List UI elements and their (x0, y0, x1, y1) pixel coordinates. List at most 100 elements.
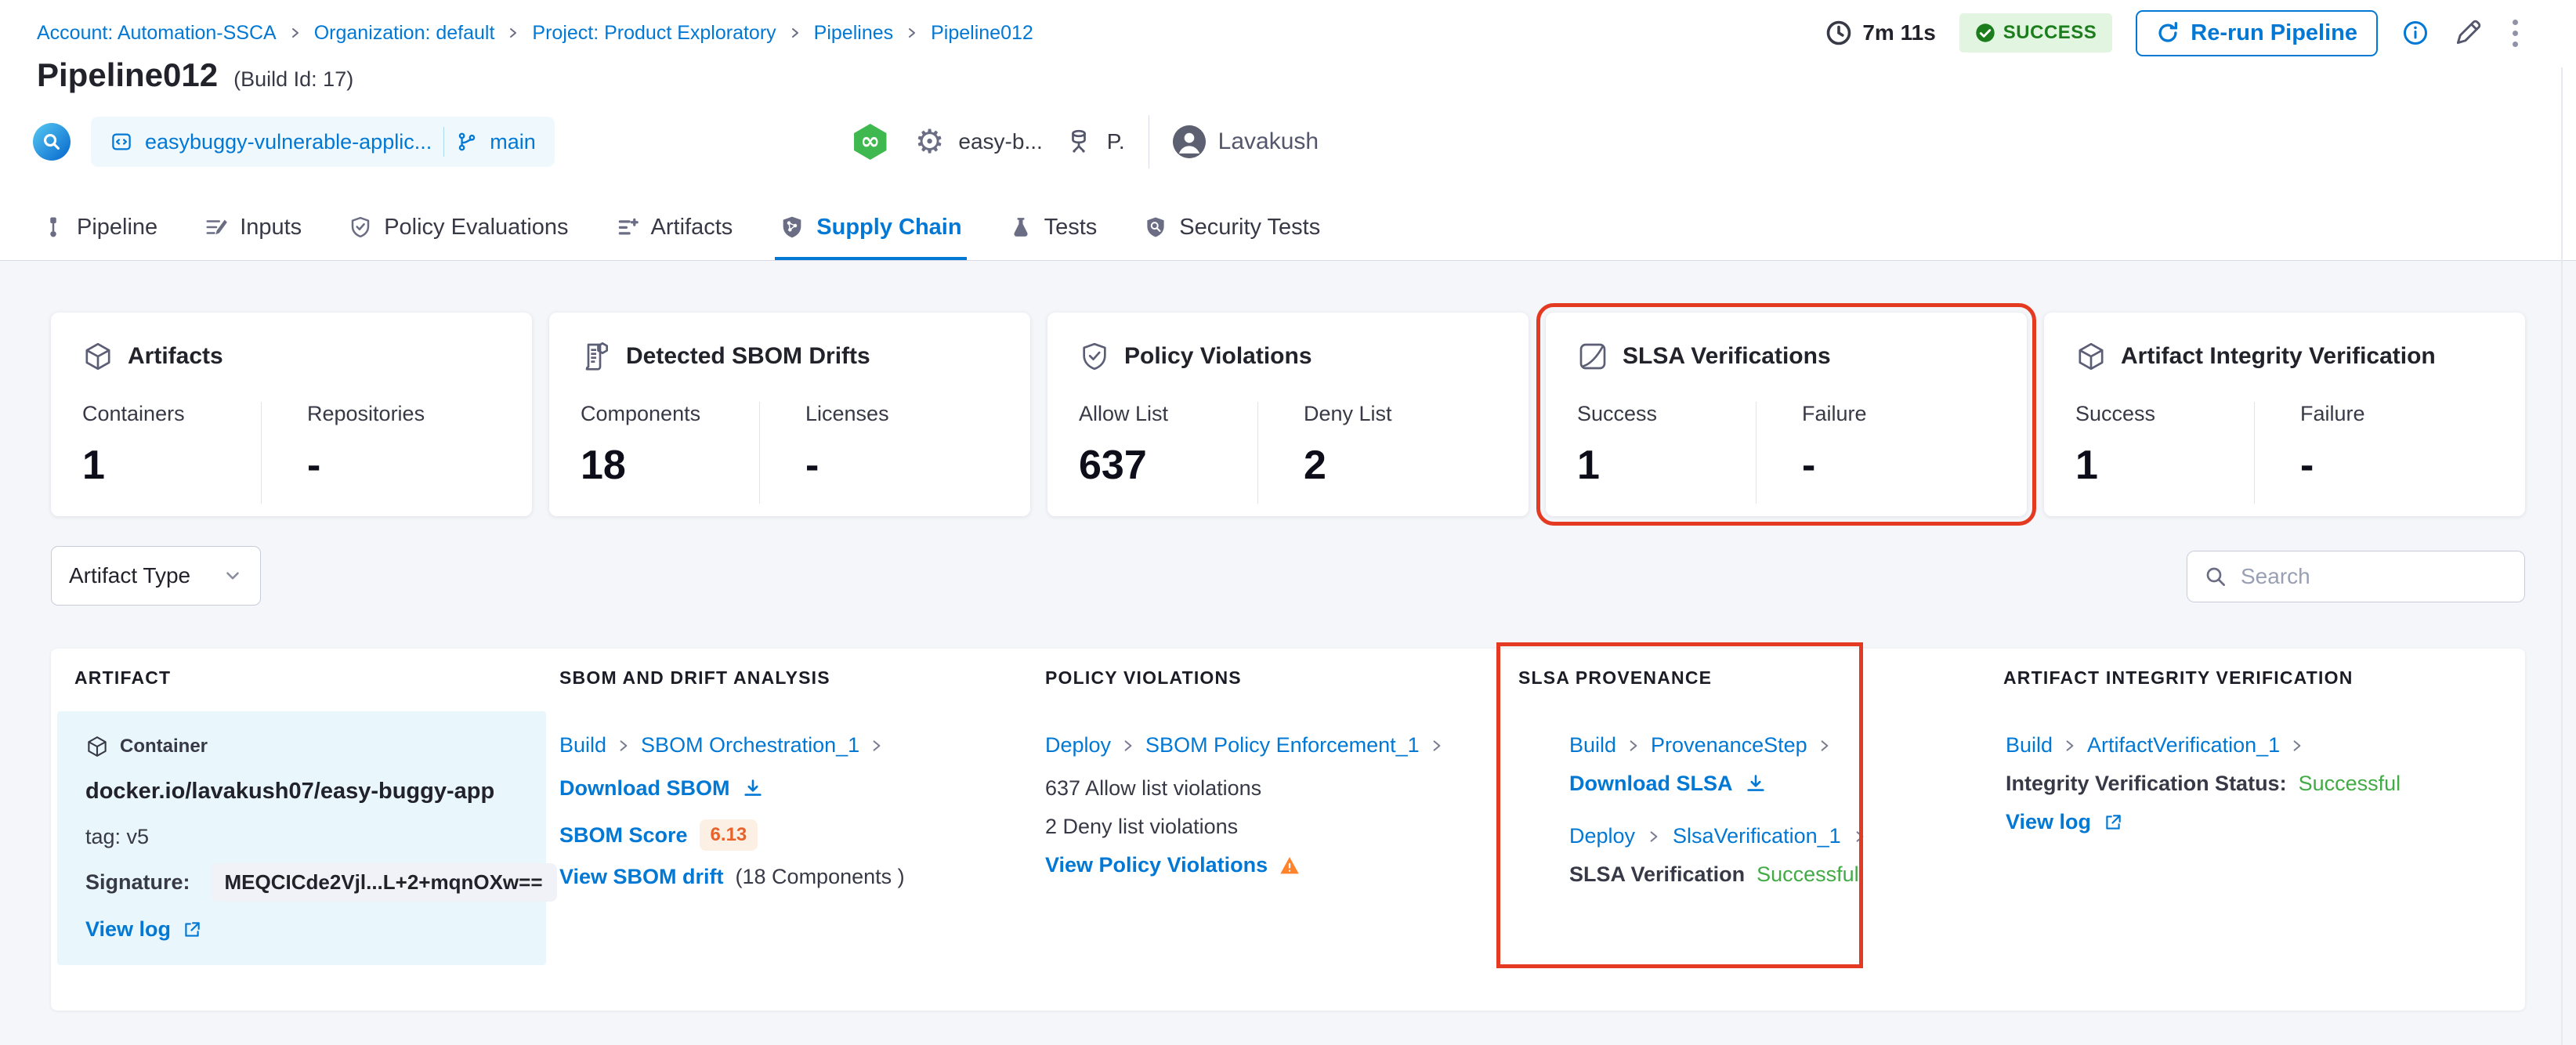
tab-inputs[interactable]: Inputs (200, 197, 306, 260)
avatar (1172, 125, 1206, 158)
stat-label: Failure (1802, 402, 1867, 425)
stat-label: Success (1577, 402, 1658, 425)
artifacts-table: ARTIFACT SBOM AND DRIFT ANALYSIS POLICY … (51, 642, 2525, 1011)
step-link[interactable]: SBOM Policy Enforcement_1 (1145, 733, 1420, 758)
chevron-right-icon (1630, 739, 1637, 751)
magnifier-glyph (43, 133, 60, 150)
stage-link[interactable]: Deploy (1569, 824, 1635, 848)
breadcrumb: Account: Automation-SSCA Organization: d… (37, 16, 1033, 50)
view-sbom-drift-link[interactable]: View SBOM drift (559, 865, 724, 889)
cube-icon (85, 342, 110, 371)
stage-link[interactable]: Build (559, 733, 606, 758)
inputs-icon (206, 219, 228, 235)
card-title: SLSA Verifications (1623, 343, 1831, 369)
step-link[interactable]: SBOM Orchestration_1 (641, 733, 859, 758)
breadcrumb-pipelines[interactable]: Pipelines (814, 22, 893, 45)
stat-value: - (2300, 443, 2314, 488)
step-link[interactable]: ProvenanceStep (1651, 733, 1807, 758)
status-badge: SUCCESS (1959, 13, 2113, 52)
artifact-image-name: docker.io/lavakush07/easy-buggy-app (85, 779, 495, 804)
repo-name: easybuggy-vulnerable-applic... (145, 129, 432, 154)
page-title: Pipeline012 (37, 56, 219, 93)
triggered-by-user: Lavakush (1217, 128, 1319, 154)
stat-label: Success (2075, 402, 2156, 425)
slsa-icon (1579, 343, 1606, 370)
sbom-score-link[interactable]: SBOM Score (559, 823, 688, 848)
artifact-tag: tag: v5 (85, 825, 150, 848)
execution-tabs: Pipeline Inputs Policy Evaluations Artif… (0, 197, 2576, 261)
more-options-button[interactable] (2506, 16, 2524, 50)
stat-label: Repositories (307, 402, 425, 425)
branch-icon (458, 132, 476, 151)
tab-label: Tests (1044, 214, 1098, 240)
integrity-cell: Build ArtifactVerification_1 Integrity V… (2006, 733, 2491, 834)
stat-value: 1 (82, 443, 105, 488)
download-slsa-link[interactable]: Download SLSA (1569, 772, 1733, 796)
build-id: (Build Id: 17) (233, 67, 354, 91)
pipeline-icon (50, 217, 56, 237)
stage-link[interactable]: Build (1569, 733, 1616, 758)
stat-value: 1 (2075, 443, 2098, 488)
integrity-status-label: Integrity Verification Status: (2006, 772, 2287, 795)
artifact-type-badge: Container (120, 736, 208, 757)
artifact-type-select[interactable]: Artifact Type (51, 546, 261, 606)
tab-supply-chain[interactable]: Supply Chain (775, 197, 967, 260)
cd-module-icon (854, 124, 887, 160)
stage-link[interactable]: Deploy (1045, 733, 1111, 758)
rerun-pipeline-button[interactable]: Re-run Pipeline (2136, 9, 2378, 56)
tab-policy-evaluations[interactable]: Policy Evaluations (344, 197, 573, 260)
scrollbar-track[interactable] (2561, 67, 2563, 1045)
breadcrumb-project[interactable]: Project: Product Exploratory (532, 22, 776, 45)
branch-name: main (490, 129, 536, 154)
flask-icon (1014, 218, 1028, 237)
tab-pipeline[interactable]: Pipeline (37, 197, 162, 260)
view-policy-violations-link[interactable]: View Policy Violations (1045, 853, 1268, 877)
stat-label: Licenses (805, 402, 889, 425)
chevron-right-icon (1650, 830, 1658, 842)
tab-label: Inputs (240, 214, 302, 240)
view-log-link[interactable]: View log (2006, 810, 2091, 834)
infrastructure-icon (1065, 128, 1093, 156)
column-header-policy: POLICY VIOLATIONS (1045, 667, 1242, 688)
service-name[interactable]: easy-b... (958, 129, 1042, 154)
deny-list-violations: 2 Deny list violations (1045, 815, 1239, 838)
download-sbom-link[interactable]: Download SBOM (559, 776, 730, 801)
breadcrumb-account[interactable]: Account: Automation-SSCA (37, 22, 277, 45)
tab-label: Security Tests (1179, 214, 1321, 240)
search-icon (2206, 567, 2225, 586)
chevron-right-icon (2293, 739, 2301, 751)
card-title: Policy Violations (1124, 343, 1312, 369)
stage-link[interactable]: Build (2006, 733, 2053, 758)
sbom-scroll-icon (585, 342, 608, 371)
breadcrumb-pipeline012[interactable]: Pipeline012 (931, 22, 1033, 45)
search-input[interactable] (2241, 564, 2524, 589)
column-header-integrity: ARTIFACT INTEGRITY VERIFICATION (2003, 667, 2353, 688)
tab-security-tests[interactable]: Security Tests (1139, 197, 1325, 260)
chevron-right-icon (1821, 739, 1829, 751)
tab-artifacts[interactable]: Artifacts (611, 197, 738, 260)
info-icon (2404, 21, 2427, 45)
gear-icon (915, 125, 945, 158)
card-slsa-verifications: SLSA Verifications Success 1 Failure - (1536, 303, 2036, 526)
stat-label: Allow List (1079, 402, 1169, 425)
environment-name[interactable]: P. (1107, 129, 1125, 154)
view-log-link[interactable]: View log (85, 917, 171, 942)
tab-tests[interactable]: Tests (1004, 197, 1102, 260)
tab-label: Artifacts (650, 214, 733, 240)
user-icon (1172, 125, 1206, 158)
edit-pipeline-button[interactable] (2453, 18, 2483, 48)
slsa-verification-status: Successful (1757, 862, 1859, 886)
integrity-status: Successful (2298, 772, 2401, 795)
card-title: Artifacts (128, 343, 223, 369)
step-link[interactable]: ArtifactVerification_1 (2087, 733, 2280, 758)
signature-value[interactable]: MEQCICde2Vjl...L+2+mqnOXw== (210, 863, 557, 902)
stat-label: Containers (82, 402, 185, 425)
step-link[interactable]: SlsaVerification_1 (1673, 824, 1841, 848)
column-header-artifact: ARTIFACT (74, 667, 172, 688)
stat-value: 2 (1304, 443, 1326, 488)
repo-chip[interactable]: easybuggy-vulnerable-applic... main (91, 117, 555, 167)
tab-label: Pipeline (77, 214, 158, 240)
stat-value: - (805, 443, 819, 488)
breadcrumb-org[interactable]: Organization: default (314, 22, 495, 45)
info-button[interactable] (2401, 19, 2429, 47)
